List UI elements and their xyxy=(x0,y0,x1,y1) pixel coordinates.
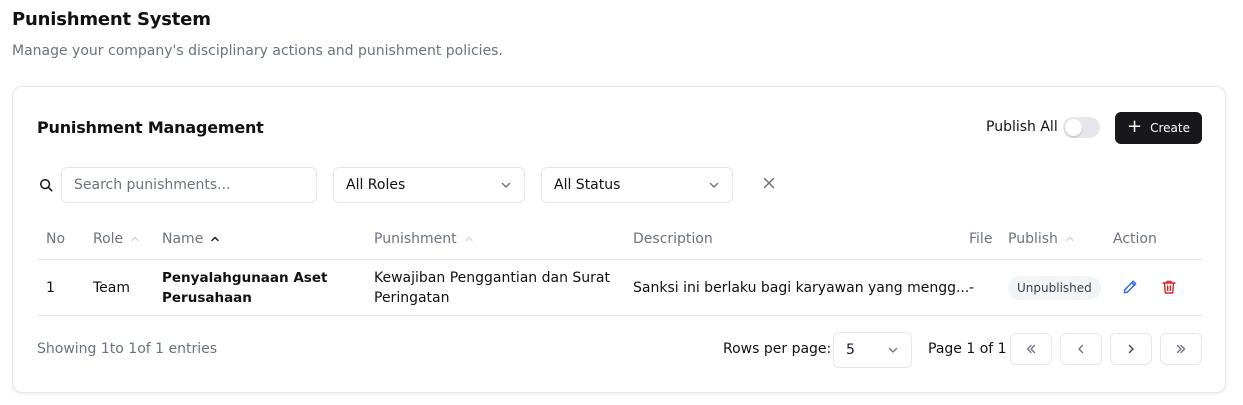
next-page-button[interactable] xyxy=(1110,333,1152,365)
chevron-right-icon xyxy=(1128,344,1134,354)
column-header-role[interactable]: Role xyxy=(93,231,141,247)
column-header-description: Description xyxy=(633,231,713,247)
plus-icon: + xyxy=(1127,116,1143,137)
publish-all-label: Publish All xyxy=(986,119,1058,135)
column-header-action: Action xyxy=(1113,231,1157,247)
search-input[interactable] xyxy=(61,167,317,203)
status-filter-value: All Status xyxy=(554,177,621,193)
column-header-no: No xyxy=(46,231,66,247)
trash-icon[interactable] xyxy=(1161,279,1177,295)
rows-per-page-value: 5 xyxy=(846,342,855,358)
close-icon[interactable] xyxy=(762,176,776,190)
page-info: Page 1 of 1 xyxy=(928,341,1007,357)
publish-all-toggle[interactable] xyxy=(1063,117,1100,138)
first-page-button[interactable] xyxy=(1010,333,1052,365)
search-icon xyxy=(40,179,53,192)
cell-no: 1 xyxy=(46,280,55,296)
chevron-down-icon xyxy=(888,347,898,353)
entries-info: Showing 1to 1of 1 entries xyxy=(37,341,218,357)
pencil-icon[interactable] xyxy=(1122,279,1138,295)
page-subtitle: Manage your company's disciplinary actio… xyxy=(12,43,503,59)
create-button[interactable]: + Create xyxy=(1115,112,1202,144)
column-header-publish[interactable]: Publish xyxy=(1008,231,1076,247)
role-filter-value: All Roles xyxy=(346,177,406,193)
prev-page-button[interactable] xyxy=(1060,333,1102,365)
page-title: Punishment System xyxy=(12,9,211,30)
chevron-up-icon xyxy=(464,236,473,242)
cell-role: Team xyxy=(93,280,131,296)
column-header-punishment[interactable]: Punishment xyxy=(374,231,475,247)
column-header-name[interactable]: Name xyxy=(162,231,221,247)
chevron-up-icon xyxy=(211,236,220,242)
table-row-divider xyxy=(37,315,1202,316)
status-filter-select[interactable]: All Status xyxy=(541,167,733,203)
chevrons-left-icon xyxy=(1026,344,1036,354)
chevron-left-icon xyxy=(1078,344,1084,354)
cell-name: Penyalahgunaan Aset Perusahaan xyxy=(162,270,328,306)
chevrons-right-icon xyxy=(1176,344,1186,354)
punishment-card: Punishment Management Publish All + Crea… xyxy=(12,86,1226,393)
card-title: Punishment Management xyxy=(37,118,264,137)
table-header-divider xyxy=(37,259,1202,260)
column-header-file: File xyxy=(969,231,993,247)
rows-per-page-label: Rows per page: xyxy=(723,341,832,357)
rows-per-page-select[interactable]: 5 xyxy=(833,332,912,368)
create-button-label: Create xyxy=(1150,121,1190,135)
status-badge[interactable]: Unpublished xyxy=(1008,276,1101,300)
cell-description: Sanksi ini berlaku bagi karyawan yang me… xyxy=(633,280,970,296)
cell-punishment: Kewajiban Penggantian dan Surat Peringat… xyxy=(374,270,611,306)
chevron-down-icon xyxy=(709,182,719,188)
cell-file: - xyxy=(969,280,975,296)
chevron-up-icon xyxy=(131,236,139,242)
chevron-up-icon xyxy=(1066,236,1074,242)
toggle-knob xyxy=(1065,119,1082,136)
last-page-button[interactable] xyxy=(1160,333,1202,365)
chevron-down-icon xyxy=(501,182,511,188)
role-filter-select[interactable]: All Roles xyxy=(333,167,525,203)
